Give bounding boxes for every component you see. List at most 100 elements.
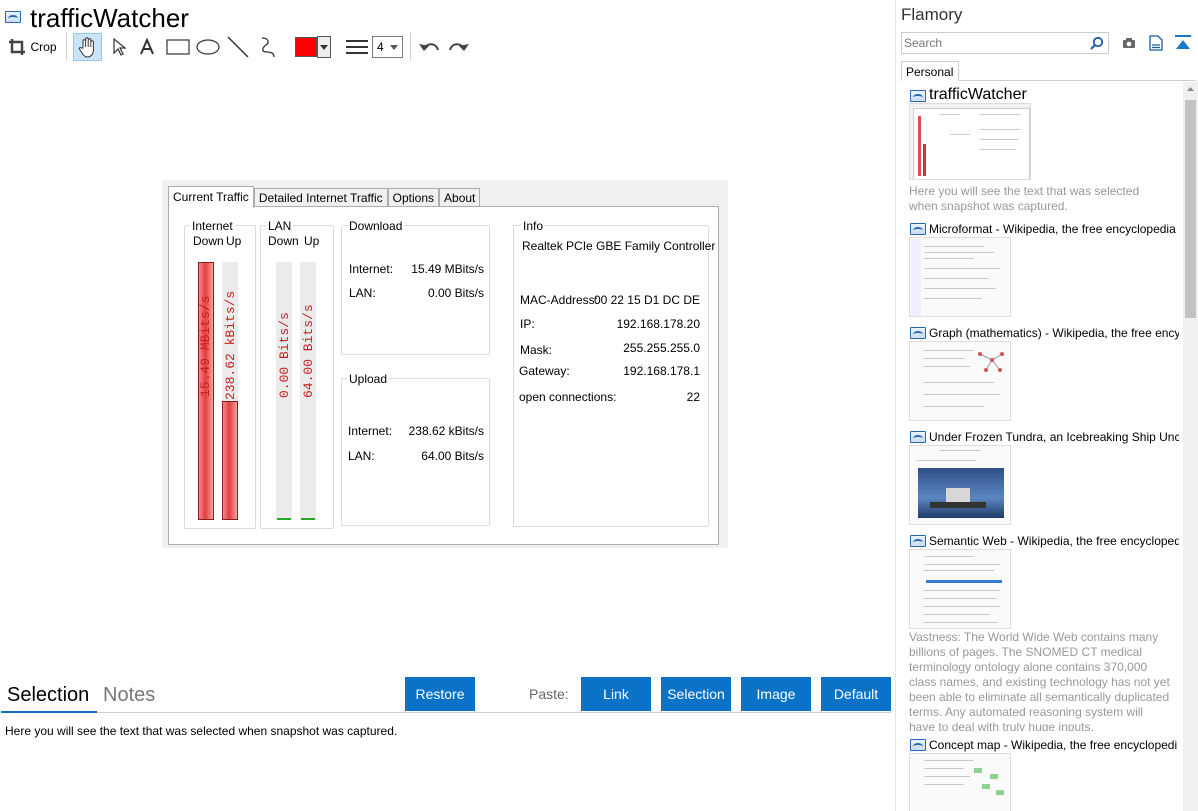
crop-label: Crop xyxy=(30,40,57,54)
internet-down-text: 15.49 MBits/s xyxy=(198,295,213,397)
tab-current-traffic[interactable]: Current Traffic xyxy=(168,186,254,208)
ip-label: IP: xyxy=(520,317,535,331)
tab-personal[interactable]: Personal xyxy=(901,61,959,81)
mask-value: 255.255.255.0 xyxy=(623,341,700,355)
rectangle-tool-button[interactable] xyxy=(164,33,192,61)
bookmark-desc-semantic-web: Vastness: The World Wide Web contains ma… xyxy=(909,630,1170,731)
bookmark-icon xyxy=(910,90,926,102)
hand-tool-button[interactable] xyxy=(73,33,102,61)
sidebar-title: Flamory xyxy=(901,5,963,24)
upload-internet-value: 238.62 kBits/s xyxy=(408,424,484,438)
color-swatch xyxy=(295,37,317,57)
undo-button[interactable] xyxy=(416,33,442,61)
download-internet-value: 15.49 MBits/s xyxy=(411,262,484,276)
lan-up-fill xyxy=(301,518,315,520)
window-title: trafficWatcher xyxy=(30,3,189,33)
internet-up-text: 238.62 kBits/s xyxy=(223,290,238,400)
text-icon xyxy=(140,38,154,55)
search-input[interactable] xyxy=(902,33,1086,53)
bookmark-icon xyxy=(910,223,926,235)
paste-default-button[interactable]: Default xyxy=(821,677,891,711)
line-icon xyxy=(227,36,249,58)
bookmark-title-first[interactable]: trafficWatcher xyxy=(929,86,1027,104)
crop-button[interactable]: Crop xyxy=(5,33,60,61)
sidebar-scrollbar[interactable] xyxy=(1183,82,1198,811)
line-width-icon xyxy=(346,40,368,54)
lan-down-label: Down xyxy=(268,234,299,248)
redo-icon xyxy=(449,43,469,51)
freehand-tool-button[interactable] xyxy=(254,33,282,61)
freehand-icon xyxy=(261,37,275,58)
gateway-value: 192.168.178.1 xyxy=(623,364,700,378)
tab-selection[interactable]: Selection xyxy=(7,684,89,707)
tab-about[interactable]: About xyxy=(439,188,481,207)
mask-label: Mask: xyxy=(520,343,553,357)
bookmark-title-microformat[interactable]: Microformat - Wikipedia, the free encycl… xyxy=(929,222,1179,236)
bookmark-thumbnail-concept-map[interactable] xyxy=(909,753,1011,811)
bookmark-icon xyxy=(910,431,926,443)
bookmark-thumbnail-graph[interactable] xyxy=(909,341,1011,421)
camera-icon[interactable] xyxy=(1122,37,1136,49)
lan-up-text: 64.00 Bits/s xyxy=(301,304,316,398)
bookmark-icon xyxy=(910,739,926,751)
bookmark-thumbnail-microformat[interactable] xyxy=(909,237,1011,317)
tab-detailed-internet-traffic[interactable]: Detailed Internet Traffic xyxy=(253,188,388,207)
bookmark-icon xyxy=(910,327,926,339)
chevron-down-icon xyxy=(389,44,398,50)
internet-group-label: Internet xyxy=(190,219,235,233)
bookmark-thumbnail-first[interactable] xyxy=(909,103,1031,180)
chevron-down-icon xyxy=(320,44,328,50)
upload-group-label: Upload xyxy=(347,372,390,386)
scroll-up-icon[interactable] xyxy=(1183,82,1198,97)
gateway-label: Gateway: xyxy=(519,364,570,378)
bookmark-icon xyxy=(910,535,926,547)
collapse-icon[interactable] xyxy=(1175,35,1191,51)
restore-button[interactable]: Restore xyxy=(405,677,475,711)
bottom-divider xyxy=(97,712,891,713)
text-tool-button[interactable] xyxy=(134,33,160,61)
tab-notes[interactable]: Notes xyxy=(103,684,155,707)
upload-internet-label: Internet: xyxy=(348,424,393,438)
lan-down-fill xyxy=(277,518,291,520)
document-icon[interactable] xyxy=(1149,35,1163,51)
selection-tab-underline xyxy=(1,711,97,713)
paste-link-button[interactable]: Link xyxy=(581,677,651,711)
redo-button[interactable] xyxy=(446,33,472,61)
pointer-icon xyxy=(113,37,127,56)
scrollbar-thumb[interactable] xyxy=(1185,100,1196,318)
line-width-select[interactable]: 4 xyxy=(372,33,403,61)
adapter-name: Realtek PCIe GBE Family Controller xyxy=(522,239,716,253)
download-internet-label: Internet: xyxy=(349,262,394,276)
connections-value: 22 xyxy=(686,390,700,404)
mac-label: MAC-Address: xyxy=(520,293,599,307)
traffic-panel: Internet Down Up 15.49 MBits/s 238.62 kB… xyxy=(168,206,719,545)
download-lan-value: 0.00 Bits/s xyxy=(427,286,484,300)
color-picker[interactable] xyxy=(293,33,333,61)
search-box[interactable] xyxy=(901,32,1109,54)
paste-selection-button[interactable]: Selection xyxy=(661,677,731,711)
upload-lan-label: LAN: xyxy=(348,449,375,463)
internet-group xyxy=(184,225,256,529)
paste-label: Paste: xyxy=(529,686,569,702)
search-icon[interactable] xyxy=(1090,36,1104,50)
ellipse-tool-button[interactable] xyxy=(194,33,222,61)
bookmark-title-frozen-tundra[interactable]: Under Frozen Tundra, an Icebreaking Ship… xyxy=(929,430,1179,444)
line-width-button[interactable] xyxy=(344,33,370,61)
paste-image-button[interactable]: Image xyxy=(741,677,811,711)
bookmark-thumbnail-semantic-web[interactable] xyxy=(909,549,1011,629)
bookmark-title-concept-map[interactable]: Concept map - Wikipedia, the free encycl… xyxy=(929,738,1179,752)
bookmark-title-semantic-web[interactable]: Semantic Web - Wikipedia, the free encyc… xyxy=(929,534,1179,548)
lan-down-text: 0.00 Bits/s xyxy=(277,312,292,398)
selection-text[interactable]: Here you will see the text that was sele… xyxy=(5,724,397,738)
download-lan-label: LAN: xyxy=(349,286,376,300)
ellipse-icon xyxy=(196,39,220,55)
internet-up-fill xyxy=(222,401,238,520)
bookmark-title-graph[interactable]: Graph (mathematics) - Wikipedia, the fre… xyxy=(929,326,1179,340)
bookmark-thumbnail-frozen-tundra[interactable] xyxy=(909,445,1011,525)
tab-options[interactable]: Options xyxy=(387,188,440,207)
toolbar-separator xyxy=(66,33,67,61)
line-tool-button[interactable] xyxy=(224,33,252,61)
download-group-label: Download xyxy=(347,219,405,233)
color-dropdown-button[interactable] xyxy=(317,36,331,58)
select-tool-button[interactable] xyxy=(105,33,133,61)
